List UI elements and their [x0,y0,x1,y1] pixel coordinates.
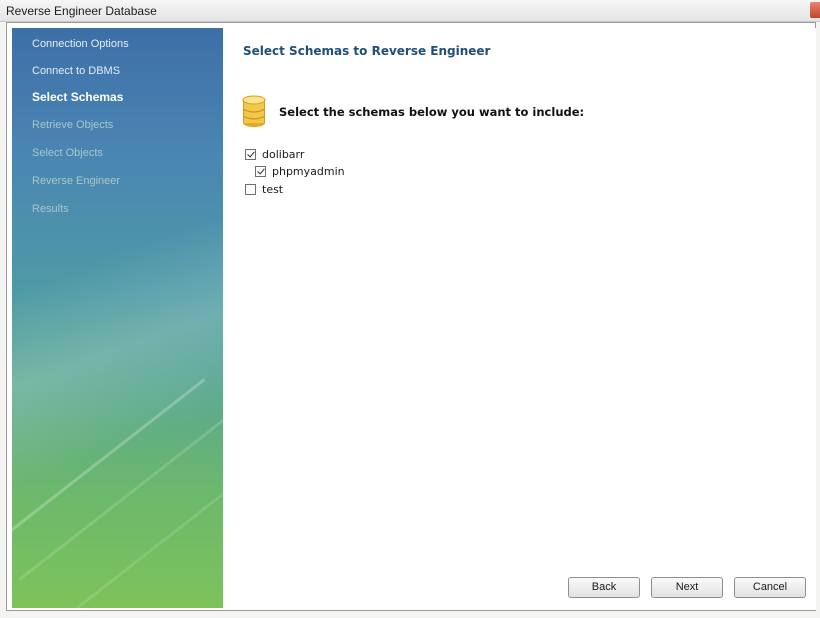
step-connection-options: Connection Options [32,38,129,50]
sidebar-decoration [12,378,206,541]
step-retrieve-objects: Retrieve Objects [32,119,114,131]
checkbox-dolibarr[interactable] [245,148,256,160]
next-button[interactable]: Next [651,577,723,598]
schema-item-test[interactable]: test [245,182,283,196]
step-select-objects: Select Objects [32,147,103,159]
wizard-content: Select Schemas to Reverse Engineer Selec… [223,28,816,610]
schema-label: dolibarr [262,147,305,161]
schema-label: test [262,182,284,196]
database-icon [242,95,266,127]
step-results: Results [32,203,69,215]
step-connect-to-dbms: Connect to DBMS [32,65,121,77]
page-title: Select Schemas to Reverse Engineer [243,44,491,58]
window-title: Reverse Engineer Database [6,4,157,18]
schema-item-dolibarr[interactable]: dolibarr [245,147,304,161]
schema-item-phpmyadmin[interactable]: phpmyadmin [255,164,345,178]
wizard-steps-sidebar: Connection Options Connect to DBMS Selec… [12,28,223,608]
schema-instruction: Select the schemas below you want to inc… [279,105,585,119]
reverse-engineer-window: Reverse Engineer Database Connection Opt… [0,0,820,618]
checkbox-phpmyadmin[interactable] [255,165,266,177]
step-reverse-engineer: Reverse Engineer [32,175,121,187]
step-select-schemas: Select Schemas [32,90,124,104]
back-button[interactable]: Back [568,577,640,598]
cancel-button[interactable]: Cancel [734,577,806,598]
close-icon[interactable] [810,2,820,18]
checkbox-test[interactable] [245,183,256,195]
title-bar[interactable]: Reverse Engineer Database [0,0,820,22]
schema-label: phpmyadmin [272,164,345,178]
